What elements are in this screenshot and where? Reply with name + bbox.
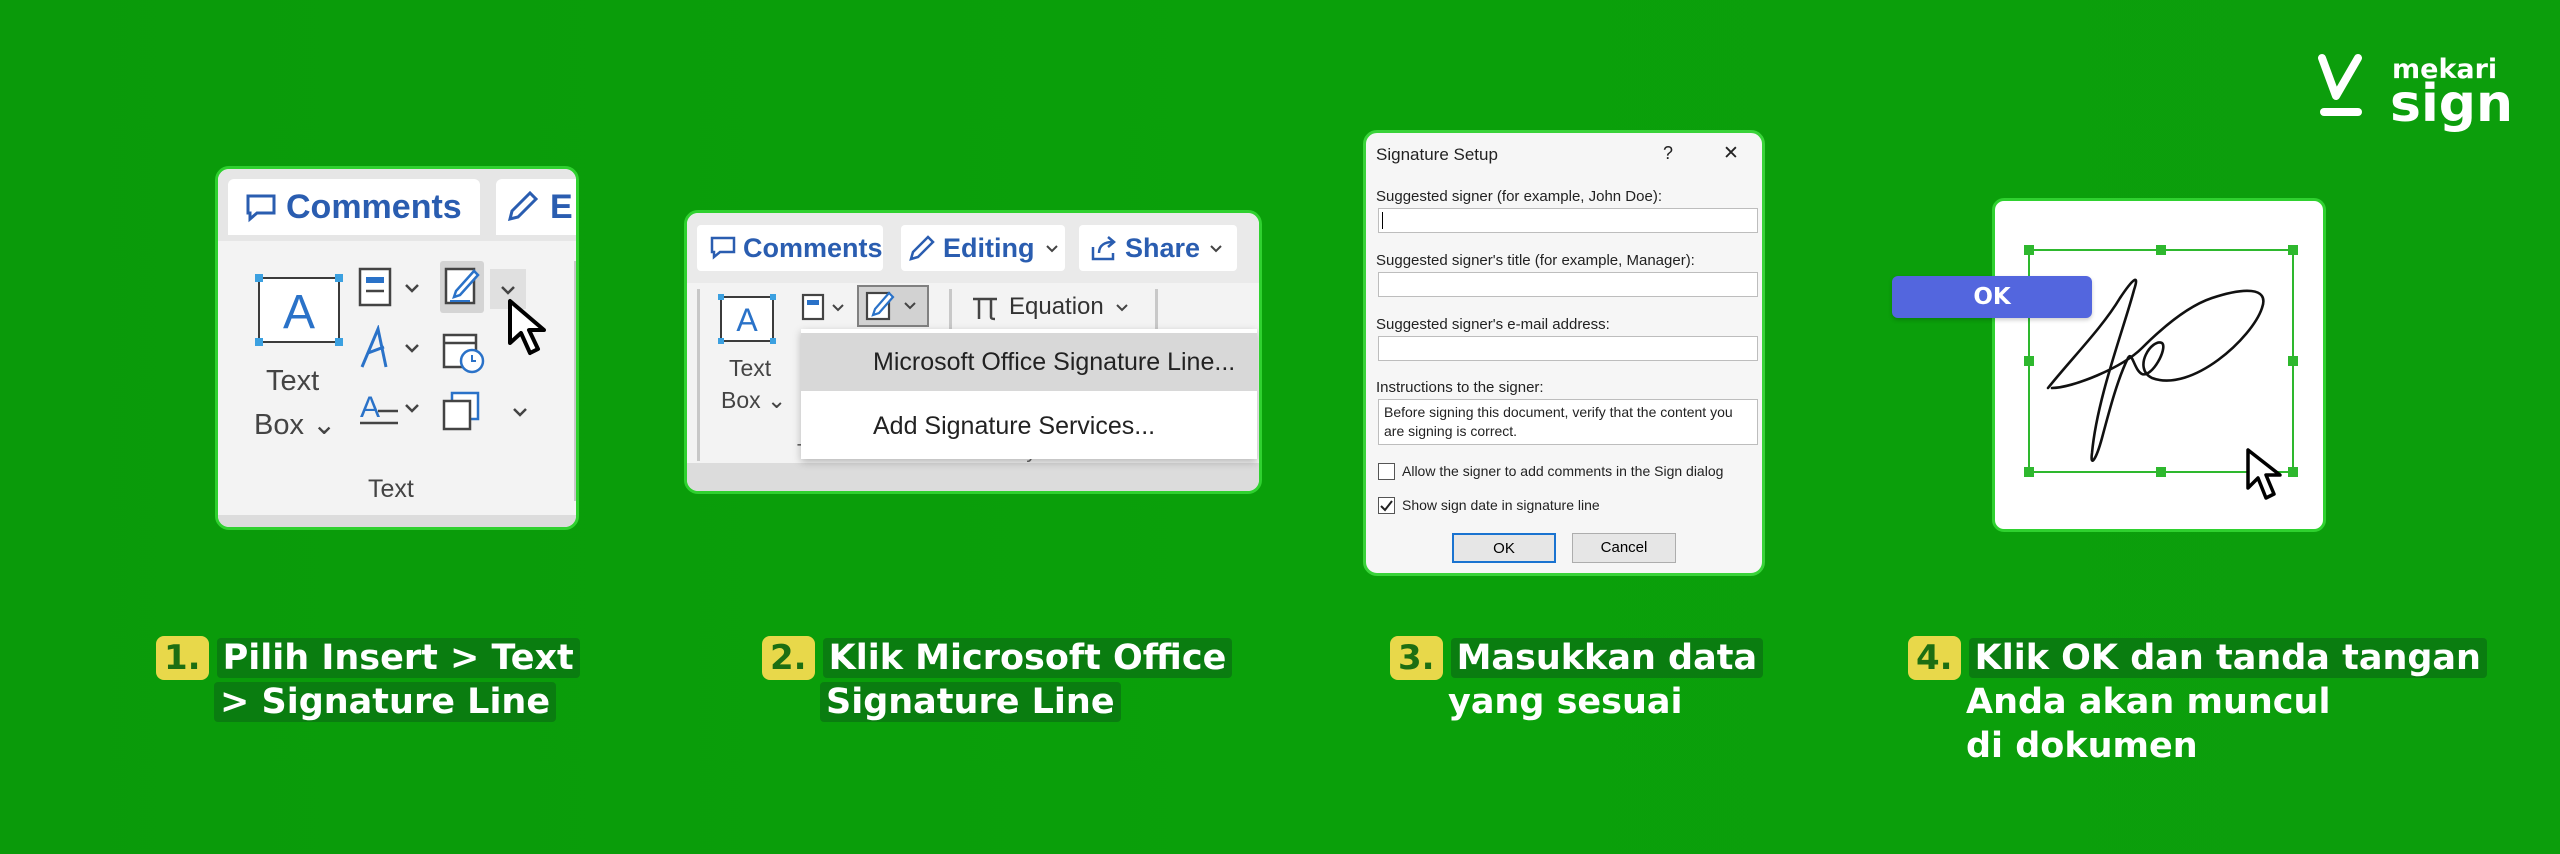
suggested-title-input[interactable] [1378, 272, 1758, 297]
step1-number: 1. [156, 636, 209, 680]
mekari-sign-logo: mekari sign [2318, 52, 2513, 142]
date-time-icon[interactable] [440, 329, 490, 380]
divider [949, 289, 952, 329]
text-box-label-1: Text [266, 365, 320, 397]
checkmark-logo-icon [2318, 54, 2362, 116]
comment-icon [246, 194, 276, 223]
instructions-textarea[interactable]: Before signing this document, verify tha… [1378, 399, 1758, 445]
step4-caption-line1: Klik OK dan tanda tangan [1968, 638, 2487, 678]
step4-caption-line3: di dokumen [1966, 726, 2198, 766]
mouse-cursor-icon [2246, 448, 2282, 500]
pi-icon [973, 297, 997, 321]
ok-button[interactable]: OK [1892, 276, 2092, 318]
drop-cap-icon[interactable]: A [356, 385, 426, 436]
step1-caption-line1: Pilih Insert > Text [216, 638, 580, 678]
svg-text:A: A [283, 286, 315, 339]
ribbon-bottom-bar [218, 515, 576, 527]
step2-caption: 2. Klik Microsoft Office Signature Line [762, 636, 1233, 724]
text-box-label-2: Box ⌄ [721, 387, 787, 413]
step1-caption-line2: > Signature Line [214, 682, 557, 722]
mouse-cursor-icon [504, 297, 564, 366]
wordart-icon[interactable] [356, 323, 426, 376]
text-box-icon[interactable]: A [717, 293, 777, 350]
ribbon-group-divider [574, 261, 576, 501]
editing-tab-partial[interactable]: E [496, 179, 576, 235]
divider [697, 289, 700, 461]
text-box-label-1: Text [729, 355, 772, 381]
menu-item-microsoft-office-signature-line[interactable]: Microsoft Office Signature Line... [801, 333, 1257, 391]
ribbon-bottom-bar [687, 463, 1259, 491]
step2-number: 2. [762, 636, 815, 680]
signature-line-button[interactable] [857, 285, 929, 327]
share-button[interactable]: Share [1079, 225, 1237, 271]
signature-selection-frame [2024, 245, 2298, 500]
divider [1155, 289, 1158, 329]
step4-caption-line2: Anda akan muncul [1966, 682, 2331, 722]
chevron-down-icon [1116, 304, 1128, 312]
step2-caption-line2: Signature Line [820, 682, 1121, 722]
step3-caption: 3. Masukkan data yang sesuai [1390, 636, 1764, 724]
svg-text:A: A [736, 302, 758, 338]
cancel-button[interactable]: Cancel [1572, 533, 1676, 563]
step3-caption-line1: Masukkan data [1450, 638, 1764, 678]
step3-caption-line2: yang sesuai [1448, 682, 1683, 722]
suggested-signer-input[interactable] [1378, 208, 1758, 233]
label-suggested-title: Suggested signer's title (for example, M… [1376, 252, 1695, 269]
allow-comments-label: Allow the signer to add comments in the … [1402, 463, 1724, 479]
label-instructions: Instructions to the signer: [1376, 379, 1544, 396]
step2-caption-line1: Klik Microsoft Office [822, 638, 1233, 678]
signature-line-icon [444, 267, 480, 305]
signature-setup-dialog: Signature Setup ? ✕ Suggested signer (fo… [1363, 130, 1765, 576]
ribbon-tab-bar: Comments E [218, 169, 576, 241]
chevron-down-icon [1046, 245, 1058, 253]
menu-item-add-signature-services[interactable]: Add Signature Services... [801, 397, 1257, 455]
quick-parts-icon[interactable] [797, 289, 849, 330]
suggested-email-input[interactable] [1378, 336, 1758, 361]
comments-tab[interactable]: Comments [228, 179, 480, 235]
comments-button[interactable]: Comments [697, 225, 883, 271]
check-icon [1380, 500, 1393, 512]
share-icon [1091, 236, 1116, 261]
step2-ribbon-screenshot: Comments Editing Share A Text Box ⌄ Equa… [684, 210, 1262, 494]
show-sign-date-checkbox[interactable] [1378, 497, 1395, 514]
signature-dropdown-menu: Microsoft Office Signature Line... Add S… [801, 329, 1257, 459]
step4-number: 4. [1908, 636, 1961, 680]
dialog-title: Signature Setup [1376, 145, 1498, 164]
logo-word-sign: sign [2390, 74, 2514, 134]
signature-line-button[interactable] [440, 261, 484, 313]
allow-comments-checkbox[interactable] [1378, 463, 1395, 480]
step1-caption: 1. Pilih Insert > Text > Signature Line [156, 636, 580, 724]
chevron-down-icon [1210, 245, 1222, 253]
signature-line-icon [865, 291, 916, 321]
step1-ribbon-screenshot: Comments E A Text Box ⌄ A Text [215, 166, 579, 530]
help-button[interactable]: ? [1663, 143, 1673, 164]
text-caret [1382, 212, 1383, 229]
equation-button[interactable]: Equation [969, 287, 1137, 327]
editing-button[interactable]: Editing [901, 225, 1065, 271]
pencil-icon [507, 190, 539, 222]
text-box-icon[interactable]: A [254, 273, 344, 352]
step3-number: 3. [1390, 636, 1443, 680]
ok-button[interactable]: OK [1452, 533, 1556, 563]
pencil-icon [909, 235, 935, 261]
label-suggested-email: Suggested signer's e-mail address: [1376, 316, 1610, 333]
close-button[interactable]: ✕ [1723, 142, 1739, 165]
ribbon-group-label-text: Text [368, 475, 414, 503]
comment-icon [710, 236, 736, 260]
label-suggested-signer: Suggested signer (for example, John Doe)… [1376, 188, 1662, 205]
object-icon[interactable] [440, 389, 530, 440]
svg-text:A: A [360, 391, 380, 424]
step4-caption: 4. Klik OK dan tanda tangan Anda akan mun… [1908, 636, 2487, 768]
show-sign-date-label: Show sign date in signature line [1402, 497, 1600, 513]
quick-parts-icon[interactable] [356, 265, 426, 316]
text-box-label-2: Box ⌄ [254, 409, 337, 441]
signature-result-card [1992, 198, 2326, 532]
